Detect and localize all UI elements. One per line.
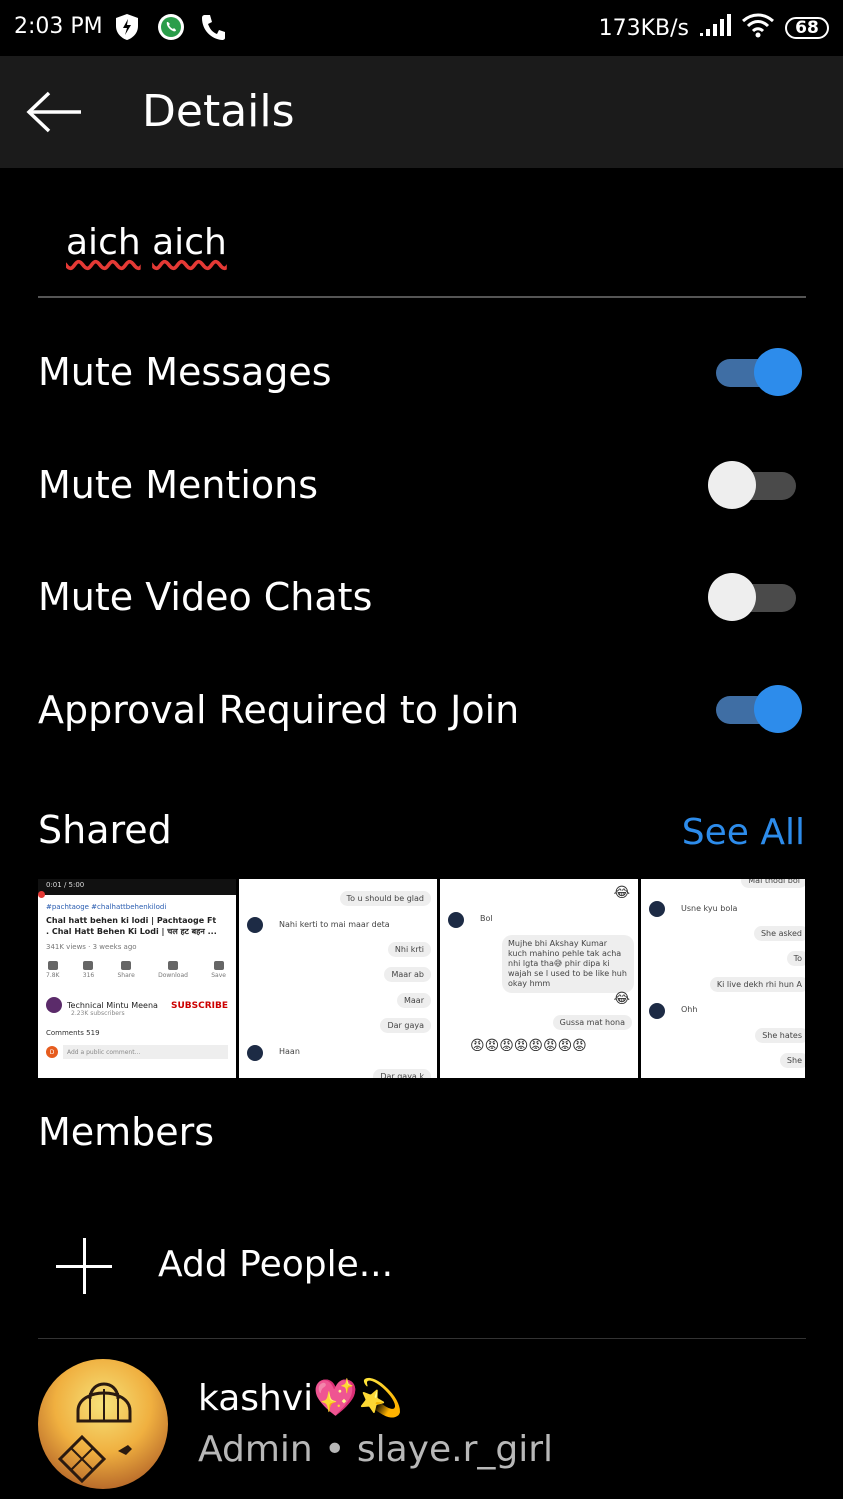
status-time: 2:03 PM <box>14 14 103 39</box>
chat-bubble: Haan <box>273 1044 306 1059</box>
save-action: Save <box>211 961 226 979</box>
approval-required-label: Approval Required to Join <box>38 688 520 732</box>
group-name-word: aich <box>66 222 141 263</box>
chat-bubble: Bol <box>474 911 499 926</box>
mute-messages-toggle[interactable] <box>708 347 802 397</box>
download-icon <box>168 961 179 970</box>
chat-bubble: Nhi krti <box>387 942 431 957</box>
status-bar: 2:03 PM 173KB/s 68 <box>0 0 843 56</box>
video-title: Chal hatt behen ki lodi | Pachtaoge Ft .… <box>46 916 217 936</box>
download-action: Download <box>158 961 188 979</box>
comment-placeholder: Add a public comment... <box>63 1045 228 1059</box>
chat-bubble: Nahi kerti to mai maar deta <box>273 917 396 932</box>
shield-bolt-icon <box>114 12 140 42</box>
whatsapp-icon <box>156 12 186 42</box>
chat-avatar-icon <box>247 917 263 933</box>
chat-avatar-icon <box>649 1003 665 1019</box>
approval-required-toggle[interactable] <box>708 684 802 734</box>
chat-bubble: Mujhe bhi Akshay Kumar kuch mahino pehle… <box>502 935 634 993</box>
back-button[interactable] <box>22 84 88 140</box>
share-action: Share <box>118 961 135 979</box>
avatar <box>38 1359 168 1489</box>
group-name-input[interactable]: aich aich <box>66 222 227 263</box>
member-row[interactable]: kashvi💖💫 Admin • slaye.r_girl <box>38 1355 806 1495</box>
chat-bubble: She hates <box>755 1028 805 1043</box>
chat-bubble: She <box>779 1053 805 1068</box>
signal-icon <box>699 13 731 43</box>
chat-bubble: To <box>786 951 805 966</box>
mute-video-chats-label: Mute Video Chats <box>38 575 373 619</box>
member-divider <box>38 1338 806 1339</box>
shared-thumbnail-chat-1[interactable]: To u should be glad Nahi kerti to mai ma… <box>239 879 437 1078</box>
subscribe-label: SUBSCRIBE <box>170 1001 228 1011</box>
chat-bubble: Ki live dekh rhi hun A <box>709 977 805 992</box>
mute-video-chats-toggle[interactable] <box>708 572 802 622</box>
chat-bubble: Maar <box>397 993 431 1008</box>
app-bar: Details <box>0 56 843 168</box>
chat-bubble: To u should be glad <box>339 891 431 906</box>
group-name-word: aich <box>152 222 227 263</box>
video-actions: 7.8K 316 Share Download Save <box>46 961 226 979</box>
laugh-emoji: 😂 <box>613 885 630 901</box>
plus-icon <box>56 1238 112 1294</box>
like-action: 7.8K <box>46 961 59 979</box>
channel-logo-icon <box>46 997 62 1013</box>
arrow-left-icon <box>26 91 81 133</box>
shared-thumbnail-youtube[interactable]: 0:01 / 5:00 #pachtaoge #chalhattbehenkil… <box>38 879 236 1078</box>
chat-bubble: Mai thodi bol <box>741 879 805 888</box>
mute-messages-label: Mute Messages <box>38 350 332 394</box>
share-icon <box>121 961 132 970</box>
shared-thumbnails: 0:01 / 5:00 #pachtaoge #chalhattbehenkil… <box>38 879 806 1078</box>
mute-mentions-label: Mute Mentions <box>38 463 319 507</box>
shared-thumbnail-chat-2[interactable]: 😂 Bol Mujhe bhi Akshay Kumar kuch mahino… <box>440 879 638 1078</box>
add-people-button[interactable]: Add People... <box>38 1214 806 1324</box>
chat-bubble: She asked <box>753 926 805 941</box>
video-views: 341K views · 3 weeks ago <box>46 943 137 951</box>
dislike-action: 316 <box>83 961 94 979</box>
member-name: kashvi💖💫 <box>198 1378 403 1419</box>
phone-icon <box>200 12 226 42</box>
channel-name: Technical Mintu Meena <box>67 1000 158 1010</box>
comment-box: D Add a public comment... <box>46 1045 228 1059</box>
save-icon <box>213 961 224 970</box>
dislike-icon <box>83 961 94 970</box>
add-people-label: Add People... <box>158 1244 394 1285</box>
comments-count: Comments 519 <box>46 1029 100 1037</box>
laugh-emoji: 😂 <box>613 991 630 1007</box>
angry-emojis: 😡😡😡😡😡😡😡😡 <box>470 1038 587 1054</box>
chat-bubble: Gussa mat hona <box>552 1015 632 1030</box>
see-all-link[interactable]: See All <box>682 812 805 853</box>
mute-mentions-toggle[interactable] <box>708 460 802 510</box>
progress-dot <box>38 891 45 898</box>
comment-avatar: D <box>46 1046 58 1058</box>
chat-avatar-icon <box>448 912 464 928</box>
member-role-username: Admin • slaye.r_girl <box>198 1429 554 1470</box>
like-icon <box>47 961 58 970</box>
chat-avatar-icon <box>247 1045 263 1061</box>
subscriber-count: 2.23K subscribers <box>71 1010 125 1017</box>
chat-bubble: Usne kyu bola <box>675 901 744 916</box>
page-title: Details <box>142 86 295 137</box>
shared-thumbnail-chat-3[interactable]: Mai thodi bol Usne kyu bola She asked To… <box>641 879 805 1078</box>
chat-bubble: Maar ab <box>384 967 431 982</box>
video-time: 0:01 / 5:00 <box>38 879 236 895</box>
chat-bubble: Dar gaya <box>380 1018 431 1033</box>
chat-avatar-icon <box>649 901 665 917</box>
chat-bubble: Ohh <box>675 1002 704 1017</box>
name-divider <box>38 296 806 298</box>
wifi-icon <box>741 12 775 44</box>
status-right: 173KB/s 68 <box>599 12 829 44</box>
birdcage-sunset-avatar <box>57 1382 132 1484</box>
chat-bubble: Dar gaya k <box>373 1069 431 1078</box>
battery-icon: 68 <box>785 17 829 39</box>
net-speed: 173KB/s <box>598 15 689 41</box>
shared-title: Shared <box>38 808 172 852</box>
video-tags: #pachtaoge #chalhattbehenkilodi <box>46 903 167 911</box>
members-title: Members <box>38 1110 215 1154</box>
